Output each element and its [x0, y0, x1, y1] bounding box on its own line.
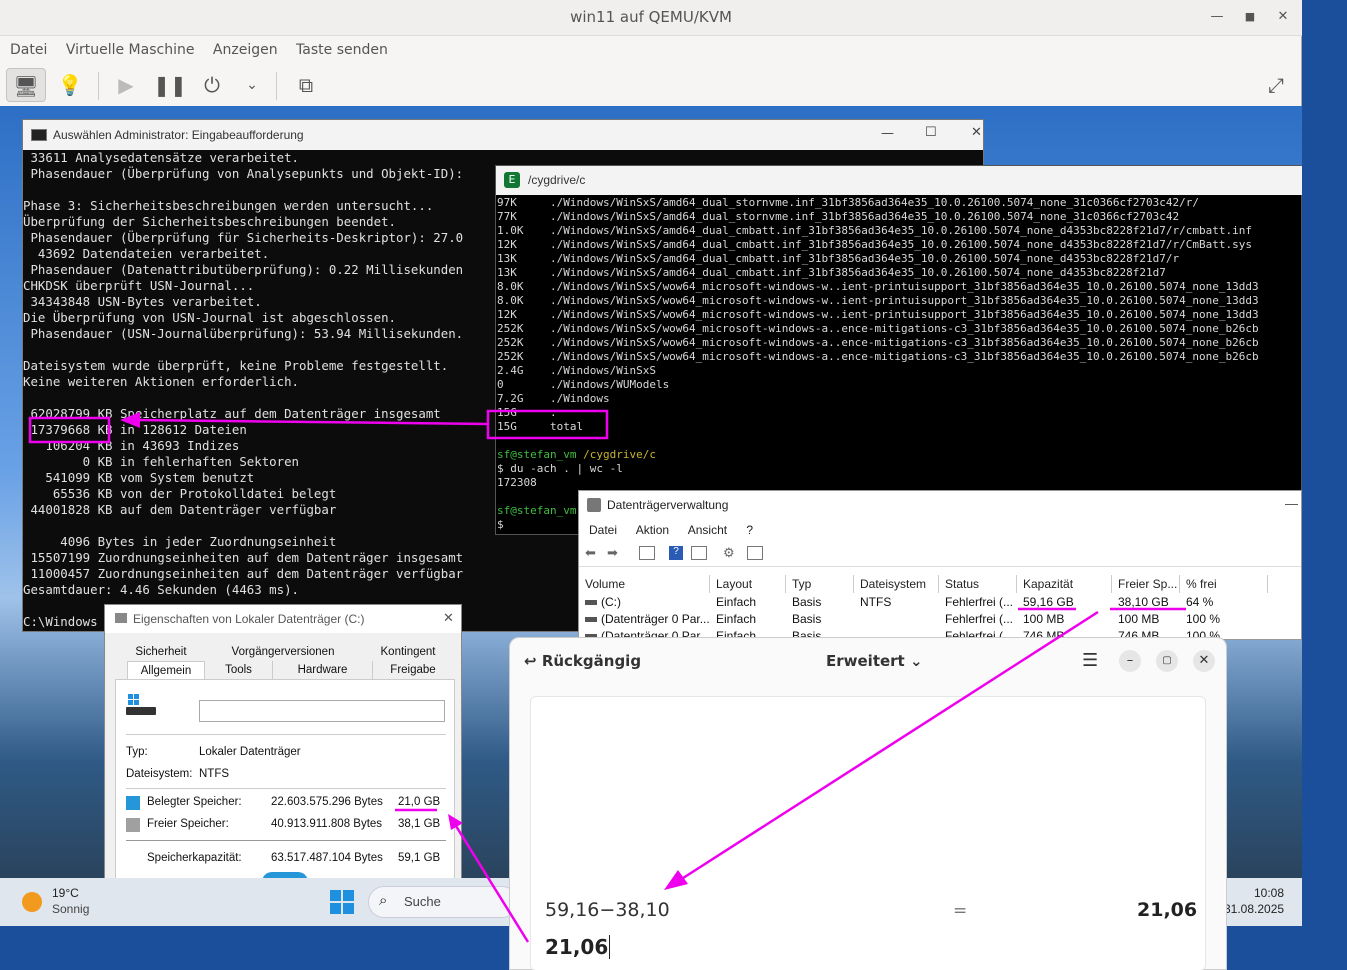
highlight-box-total [486, 409, 609, 440]
annotation-overlay [28, 409, 1186, 943]
arrow-used-head [448, 814, 463, 830]
arrow-used-line [454, 825, 530, 943]
highlight-box-kb [28, 416, 111, 444]
arrow-disk-head [664, 870, 688, 890]
arrow-total-head [120, 412, 140, 428]
arrow-disk-line [679, 610, 1099, 882]
arrow-total-line [135, 418, 489, 426]
